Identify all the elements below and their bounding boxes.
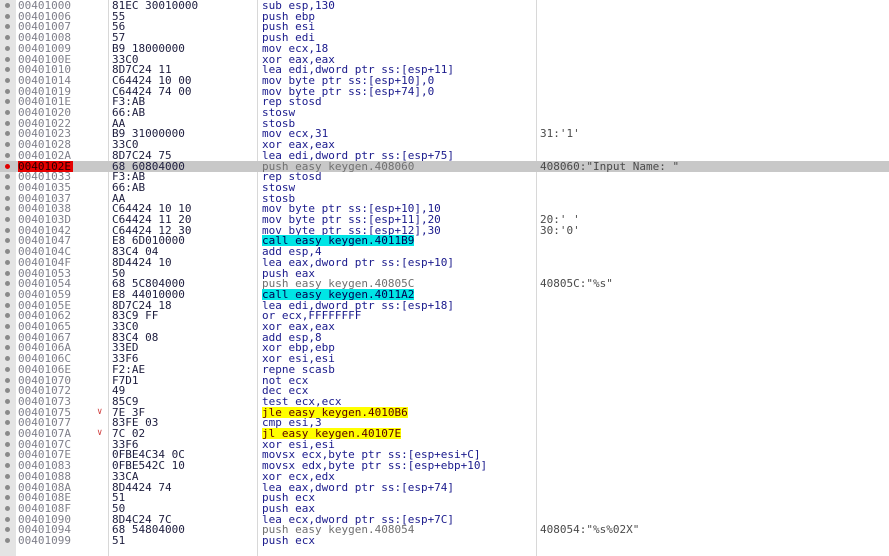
breakpoint-dot-icon[interactable] [5, 238, 10, 244]
breakpoint-dot-icon[interactable] [5, 195, 10, 201]
disassembly-view[interactable]: 00401000 81EC 30010000 sub esp,130 00401006… [0, 0, 889, 556]
breakpoint-dot-icon[interactable] [5, 88, 10, 94]
breakpoint-dot-icon[interactable] [5, 527, 10, 533]
breakpoint-dot-icon[interactable] [5, 259, 10, 265]
disassembly-row[interactable]: 00401099 51 push ecx [0, 535, 889, 546]
breakpoint-dot-icon[interactable] [5, 388, 10, 394]
bytes-cell: 51 [112, 534, 126, 547]
breakpoint-dot-icon[interactable] [5, 24, 10, 30]
breakpoint-dot-icon[interactable] [5, 152, 10, 158]
breakpoint-dot-icon[interactable] [5, 281, 10, 287]
breakpoint-icon[interactable] [5, 163, 10, 169]
comment-cell: 408054:"%s%02X" [540, 523, 640, 537]
breakpoint-dot-icon[interactable] [5, 334, 10, 340]
breakpoint-dot-icon[interactable] [5, 67, 10, 73]
breakpoint-dot-icon[interactable] [5, 3, 10, 8]
address-cell: 00401099 [18, 534, 71, 547]
breakpoint-dot-icon[interactable] [5, 366, 10, 372]
breakpoint-dot-icon[interactable] [5, 35, 10, 41]
breakpoint-dot-icon[interactable] [5, 142, 10, 148]
breakpoint-dot-icon[interactable] [5, 505, 10, 511]
breakpoint-dot-icon[interactable] [5, 345, 10, 351]
breakpoint-dot-icon[interactable] [5, 56, 10, 62]
breakpoint-dot-icon[interactable] [5, 409, 10, 415]
breakpoint-dot-icon[interactable] [5, 174, 10, 180]
breakpoint-dot-icon[interactable] [5, 495, 10, 501]
breakpoint-dot-icon[interactable] [5, 77, 10, 83]
breakpoint-dot-icon[interactable] [5, 431, 10, 436]
breakpoint-dot-icon[interactable] [5, 184, 10, 190]
instruction-cell: push ecx [262, 534, 315, 547]
disassembly-row[interactable]: 00401006 55 push ebp [0, 11, 889, 22]
breakpoint-dot-icon[interactable] [5, 473, 10, 479]
breakpoint-dot-icon[interactable] [5, 131, 10, 137]
disassembly-row[interactable]: 0040108E 51 push ecx [0, 492, 889, 503]
breakpoint-dot-icon[interactable] [5, 110, 10, 115]
breakpoint-dot-icon[interactable] [5, 313, 10, 319]
breakpoint-dot-icon[interactable] [5, 398, 10, 404]
breakpoint-dot-icon[interactable] [5, 484, 10, 490]
comment-cell: 31:'1' [540, 127, 580, 141]
disassembly-row[interactable]: 00401000 81EC 30010000 sub esp,130 [0, 0, 889, 11]
breakpoint-dot-icon[interactable] [5, 452, 10, 458]
breakpoint-dot-icon[interactable] [5, 302, 10, 308]
breakpoint-dot-icon[interactable] [5, 13, 10, 19]
jump-arrow-icon: ∨ [97, 428, 103, 438]
breakpoint-dot-icon[interactable] [5, 420, 10, 426]
breakpoint-dot-icon[interactable] [5, 206, 10, 212]
comment-cell: 408060:"Input Name: " [540, 159, 680, 173]
breakpoint-dot-icon[interactable] [5, 538, 10, 543]
disassembly-row[interactable]: 0040108A 8D4424 74 lea eax,dword ptr ss:[e… [0, 482, 889, 493]
disassembly-row[interactable]: 0040104F 8D4424 10 lea eax,dword ptr ss:[e… [0, 257, 889, 268]
disassembly-row[interactable]: 00401020 66:AB stosw [0, 107, 889, 118]
breakpoint-dot-icon[interactable] [5, 270, 10, 276]
breakpoint-dot-icon[interactable] [5, 249, 10, 255]
comment-cell: 30:'0' [540, 223, 580, 237]
breakpoint-dot-icon[interactable] [5, 356, 10, 362]
breakpoint-dot-icon[interactable] [5, 463, 10, 469]
breakpoint-dot-icon[interactable] [5, 516, 10, 522]
breakpoint-dot-icon[interactable] [5, 45, 10, 51]
jump-arrow-icon: ∨ [97, 406, 103, 417]
breakpoint-dot-icon[interactable] [5, 291, 10, 297]
disassembly-row[interactable]: 00401007 56 push esi [0, 21, 889, 32]
breakpoint-dot-icon[interactable] [5, 120, 10, 126]
breakpoint-dot-icon[interactable] [5, 324, 10, 329]
breakpoint-dot-icon[interactable] [5, 217, 10, 222]
comment-cell: 40805C:"%s" [540, 277, 613, 291]
disassembly-row[interactable]: 00401070 F7D1 not ecx [0, 375, 889, 386]
disassembly-row[interactable]: 00401094 68 54804000 push easy keygen.4080… [0, 524, 889, 535]
breakpoint-dot-icon[interactable] [5, 227, 10, 233]
breakpoint-dot-icon[interactable] [5, 99, 10, 105]
breakpoint-dot-icon[interactable] [5, 377, 10, 383]
breakpoint-dot-icon[interactable] [5, 441, 10, 447]
disassembly-row[interactable]: 00401035 66:AB stosw [0, 182, 889, 193]
